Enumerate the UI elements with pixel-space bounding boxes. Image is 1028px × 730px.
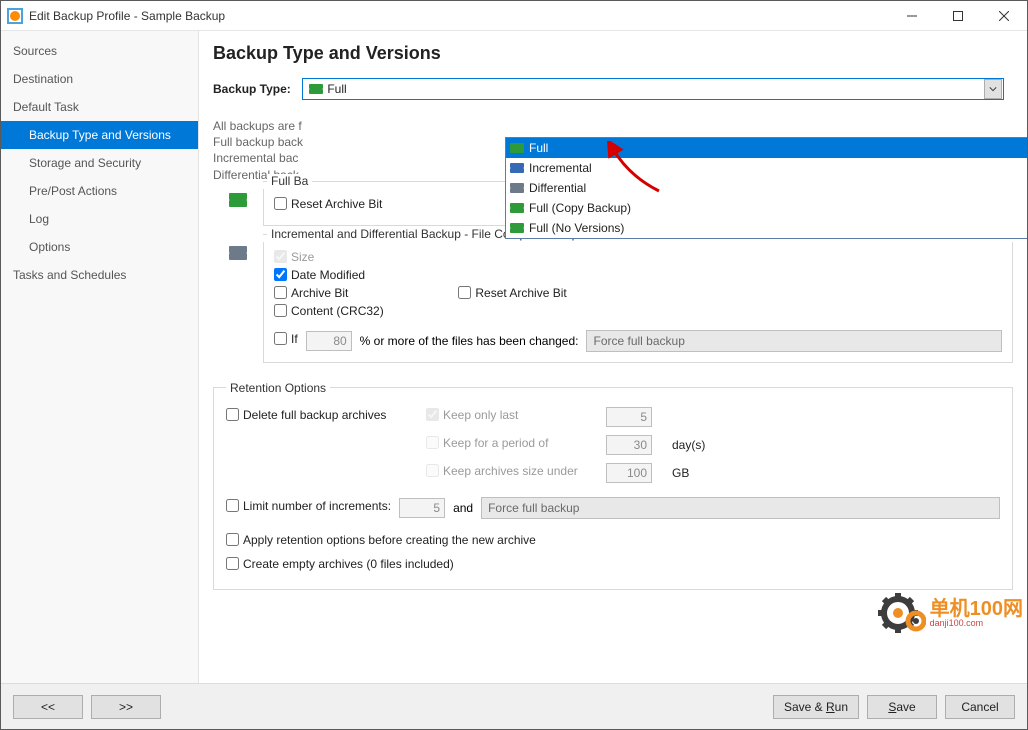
dropdown-opt-differential[interactable]: Differential: [506, 178, 1027, 198]
disk-green-icon: [309, 84, 323, 94]
retention-fieldset: Retention Options Delete full backup arc…: [213, 381, 1013, 590]
dropdown-opt-full[interactable]: Full: [506, 138, 1027, 158]
save-button[interactable]: Save: [867, 695, 937, 719]
watermark: 单机100网 danji100.com: [878, 589, 1023, 637]
cancel-button[interactable]: Cancel: [945, 695, 1015, 719]
keep-period-unit: day(s): [672, 438, 726, 452]
page-title: Backup Type and Versions: [213, 43, 1013, 64]
if-threshold-text: % or more of the files has been changed:: [360, 334, 579, 348]
sidebar-item-options[interactable]: Options: [1, 233, 198, 261]
sidebar-item-storage-security[interactable]: Storage and Security: [1, 149, 198, 177]
prev-button[interactable]: <<: [13, 695, 83, 719]
create-empty-checkbox[interactable]: Create empty archives (0 files included): [226, 557, 454, 571]
limit-action-select[interactable]: Force full backup: [481, 497, 1000, 519]
delete-full-checkbox[interactable]: Delete full backup archives: [226, 408, 426, 422]
watermark-text2: danji100.com: [930, 619, 1023, 628]
if-threshold-action-select[interactable]: Force full backup: [586, 330, 1002, 352]
retention-legend: Retention Options: [226, 381, 330, 395]
date-modified-checkbox[interactable]: Date Modified: [274, 268, 365, 282]
sidebar-item-sources[interactable]: Sources: [1, 37, 198, 65]
sidebar: Sources Destination Default Task Backup …: [1, 31, 199, 683]
keep-size-unit: GB: [672, 466, 726, 480]
backup-type-dropdown[interactable]: Full Incremental Differential Full (Copy…: [505, 137, 1027, 239]
backup-type-combo[interactable]: Full: [302, 78, 1004, 100]
limit-increments-input: [399, 498, 445, 518]
watermark-text1: 单机100网: [930, 599, 1023, 619]
chevron-down-icon[interactable]: [984, 79, 1002, 99]
main-panel: Backup Type and Versions Backup Type: Fu…: [199, 31, 1027, 683]
disk-green-icon: [510, 223, 524, 233]
minimize-button[interactable]: [889, 1, 935, 31]
if-threshold-checkbox[interactable]: If: [274, 332, 298, 346]
sidebar-item-destination[interactable]: Destination: [1, 65, 198, 93]
sidebar-item-pre-post[interactable]: Pre/Post Actions: [1, 177, 198, 205]
maximize-button[interactable]: [935, 1, 981, 31]
keep-last-checkbox: Keep only last: [426, 408, 606, 422]
titlebar: Edit Backup Profile - Sample Backup: [1, 1, 1027, 31]
disk-gray-icon: [229, 246, 247, 260]
apply-before-checkbox[interactable]: Apply retention options before creating …: [226, 533, 536, 547]
keep-last-input: [606, 407, 652, 427]
dropdown-opt-full-copy[interactable]: Full (Copy Backup): [506, 198, 1027, 218]
window-title: Edit Backup Profile - Sample Backup: [29, 9, 225, 23]
archive-bit-checkbox[interactable]: Archive Bit: [274, 286, 348, 300]
keep-size-input: [606, 463, 652, 483]
app-icon: [7, 8, 23, 24]
keep-size-checkbox: Keep archives size under: [426, 464, 606, 478]
and-label: and: [453, 501, 473, 515]
gear-icon: [878, 589, 926, 637]
backup-type-value: Full: [327, 82, 983, 96]
backup-type-row: Backup Type: Full: [213, 78, 1013, 100]
dropdown-opt-incremental[interactable]: Incremental: [506, 158, 1027, 178]
sidebar-item-backup-type[interactable]: Backup Type and Versions: [1, 121, 198, 149]
disk-blue-icon: [510, 163, 524, 173]
sidebar-item-tasks-schedules[interactable]: Tasks and Schedules: [1, 261, 198, 289]
disk-green-icon: [229, 193, 247, 207]
sidebar-item-log[interactable]: Log: [1, 205, 198, 233]
size-checkbox: Size: [274, 250, 314, 264]
close-button[interactable]: [981, 1, 1027, 31]
limit-increments-checkbox[interactable]: Limit number of increments:: [226, 499, 391, 513]
footer: << >> Save & Run Save Cancel: [1, 683, 1027, 729]
keep-period-checkbox: Keep for a period of: [426, 436, 606, 450]
disk-green-icon: [510, 203, 524, 213]
sidebar-item-default-task[interactable]: Default Task: [1, 93, 198, 121]
if-threshold-input[interactable]: [306, 331, 352, 351]
backup-type-label: Backup Type:: [213, 82, 299, 96]
next-button[interactable]: >>: [91, 695, 161, 719]
full-box-title: Full Ba: [267, 174, 312, 188]
reset-archive-bit-checkbox[interactable]: Reset Archive Bit: [274, 197, 382, 211]
disk-gray-icon: [510, 183, 524, 193]
content-crc-checkbox[interactable]: Content (CRC32): [274, 304, 384, 318]
disk-green-icon: [510, 143, 524, 153]
incremental-box: Incremental and Differential Backup - Fi…: [263, 242, 1013, 363]
save-run-button[interactable]: Save & Run: [773, 695, 859, 719]
keep-period-input: [606, 435, 652, 455]
dropdown-opt-full-noversions[interactable]: Full (No Versions): [506, 218, 1027, 238]
reset-archive-bit-inc-checkbox[interactable]: Reset Archive Bit: [458, 286, 566, 300]
